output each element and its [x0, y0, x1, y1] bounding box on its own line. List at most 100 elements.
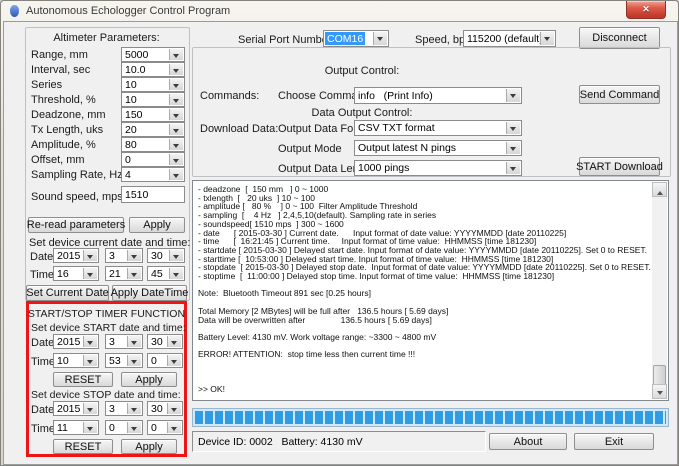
chevron-down-icon [169, 250, 183, 261]
threshold-label: Threshold, % [31, 94, 96, 106]
stop-date-month-select[interactable]: 3 [105, 401, 143, 416]
stop-date-day-select[interactable]: 30 [147, 401, 183, 416]
scroll-down-icon[interactable] [652, 384, 667, 399]
chevron-down-icon [167, 403, 181, 414]
output-data-length-select[interactable]: 1000 pings [354, 160, 522, 176]
chevron-down-icon [127, 250, 141, 261]
stop-time-hour-select[interactable]: 11 [53, 420, 99, 435]
threshold-select[interactable]: 10 [121, 92, 185, 107]
output-mode-select[interactable]: Output latest N pings [354, 140, 522, 156]
console-scrollbar[interactable] [652, 182, 667, 399]
offset-label: Offset, mm [31, 154, 85, 166]
close-button[interactable]: ✕ [626, 1, 666, 19]
chevron-down-icon [169, 169, 183, 180]
series-label: Series [31, 79, 62, 91]
current-date-month-select[interactable]: 3 [105, 248, 143, 263]
close-icon: ✕ [642, 4, 650, 15]
send-command-button[interactable]: Send Command [579, 85, 660, 104]
stop-apply-button[interactable]: Apply [121, 439, 177, 454]
console-output[interactable]: - deadzone [ 150 mm ] 0 ~ 1000 - txlengt… [192, 180, 669, 401]
date-label: Date [30, 251, 53, 263]
start-date-label: Date [31, 337, 54, 349]
titlebar: Autonomous Echologger Control Program ✕ [1, 1, 678, 21]
interval-select[interactable]: 10.0 [121, 62, 185, 77]
apply-parameters-button[interactable]: Apply [129, 217, 185, 233]
interval-label: Interval, sec [31, 64, 90, 76]
deadzone-select[interactable]: 150 [121, 107, 185, 122]
stop-reset-button[interactable]: RESET [53, 439, 113, 454]
current-date-year-select[interactable]: 2015 [53, 248, 99, 263]
chevron-down-icon [506, 162, 520, 174]
start-date-year-select[interactable]: 2015 [53, 334, 99, 349]
chevron-down-icon [373, 32, 387, 45]
scroll-up-icon[interactable] [652, 182, 667, 197]
stop-date-label: Date [31, 404, 54, 416]
status-panel: Device ID: 0002 Battery: 4130 mV [192, 431, 486, 452]
start-apply-button[interactable]: Apply [121, 372, 177, 387]
chevron-down-icon [127, 336, 141, 347]
txlength-select[interactable]: 20 [121, 122, 185, 137]
set-current-date-button[interactable]: Set Current Date [26, 285, 109, 301]
range-select[interactable]: 5000 [121, 47, 185, 62]
chevron-down-icon [127, 268, 141, 279]
chevron-down-icon [169, 79, 183, 90]
stop-datetime-title: Set device STOP date and time: [31, 389, 181, 401]
chevron-down-icon [83, 422, 97, 433]
range-label: Range, mm [31, 49, 88, 61]
start-date-day-select[interactable]: 30 [147, 334, 183, 349]
chevron-down-icon [167, 422, 181, 433]
speed-select[interactable]: 115200 (default) [463, 30, 556, 47]
series-select[interactable]: 10 [121, 77, 185, 92]
sampling-rate-select[interactable]: 4 [121, 167, 185, 182]
device-status: Device ID: 0002 Battery: 4130 mV [198, 436, 363, 448]
current-time-minute-select[interactable]: 21 [105, 266, 143, 281]
stop-time-second-select[interactable]: 0 [147, 420, 183, 435]
current-time-second-select[interactable]: 45 [147, 266, 185, 281]
chevron-down-icon [169, 124, 183, 135]
deadzone-label: Deadzone, mm [31, 109, 106, 121]
start-download-button[interactable]: START Download [579, 157, 660, 176]
start-time-minute-select[interactable]: 53 [105, 353, 143, 368]
chevron-down-icon [506, 122, 520, 134]
amplitude-select[interactable]: 80 [121, 137, 185, 152]
start-reset-button[interactable]: RESET [53, 372, 113, 387]
disconnect-button[interactable]: Disconnect [579, 27, 660, 49]
reread-parameters-button[interactable]: Re-read parameters [28, 217, 124, 233]
command-select[interactable]: info (Print Info) [354, 87, 522, 104]
serial-port-label: Serial Port Number [238, 34, 332, 46]
download-data-label: Download Data: [200, 123, 278, 135]
scrollbar-thumb[interactable] [653, 365, 666, 386]
commands-label: Commands: [200, 90, 259, 102]
chevron-down-icon [83, 268, 97, 279]
start-time-second-select[interactable]: 0 [147, 353, 183, 368]
serial-port-select[interactable]: COM16 [323, 30, 389, 47]
current-date-day-select[interactable]: 30 [147, 248, 185, 263]
sound-speed-input[interactable]: 1510 [121, 186, 185, 203]
chevron-down-icon [506, 89, 520, 102]
chevron-down-icon [127, 422, 141, 433]
start-date-month-select[interactable]: 3 [105, 334, 143, 349]
offset-select[interactable]: 0 [121, 152, 185, 167]
chevron-down-icon [540, 32, 554, 45]
chevron-down-icon [83, 336, 97, 347]
output-mode-label: Output Mode [278, 143, 342, 155]
chevron-down-icon [83, 355, 97, 366]
start-time-hour-select[interactable]: 10 [53, 353, 99, 368]
time-label: Time [30, 269, 54, 281]
stop-time-minute-select[interactable]: 0 [105, 420, 143, 435]
exit-button[interactable]: Exit [574, 433, 654, 450]
chevron-down-icon [169, 139, 183, 150]
stop-date-year-select[interactable]: 2015 [53, 401, 99, 416]
output-control-title: Output Control: [192, 65, 532, 77]
sound-speed-label: Sound speed, mps [31, 191, 123, 203]
amplitude-label: Amplitude, % [31, 139, 96, 151]
app-window: Autonomous Echologger Control Program ✕ … [0, 0, 679, 466]
about-button[interactable]: About [489, 433, 567, 450]
chevron-down-icon [506, 142, 520, 154]
output-data-format-select[interactable]: CSV TXT format [354, 120, 522, 136]
current-time-hour-select[interactable]: 16 [53, 266, 99, 281]
altimeter-title: Altimeter Parameters: [25, 32, 188, 44]
apply-datetime-button[interactable]: Apply DateTime [112, 285, 187, 301]
app-icon [10, 5, 19, 17]
chevron-down-icon [167, 355, 181, 366]
